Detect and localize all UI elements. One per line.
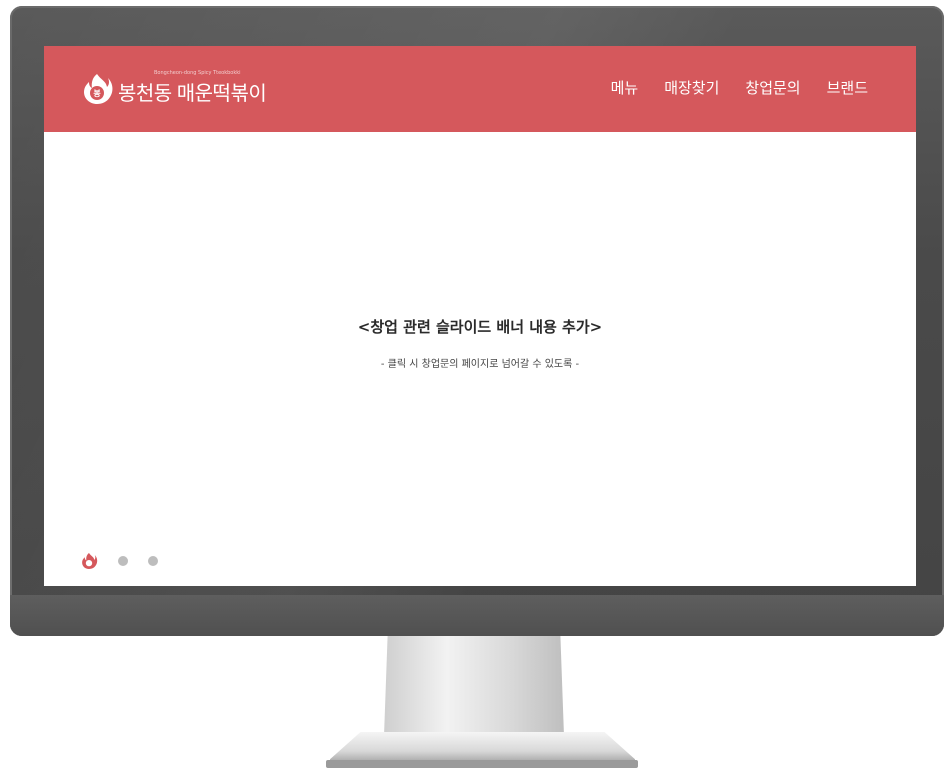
nav-item-store-locator[interactable]: 매장찾기 [664,77,719,98]
svg-text:봉: 봉 [93,88,101,98]
nav-item-franchise-inquiry[interactable]: 창업문의 [745,77,800,98]
brand-name: 봉천동 매운떡볶이 [118,82,267,105]
slide-pager [80,551,158,571]
nav-item-brand[interactable]: 브랜드 [827,77,868,98]
monitor-base-edge [326,760,638,768]
brand-logo[interactable]: 봉 봉천동 매운떡볶이 Bongcheon-dong Spicy Tteokbo… [80,70,267,106]
pager-active-flame-icon[interactable] [80,551,98,571]
pager-dot-2[interactable] [118,556,128,566]
main-nav: 메뉴 매장찾기 창업문의 브랜드 [611,77,868,98]
monitor-screen: 봉 봉천동 매운떡볶이 Bongcheon-dong Spicy Tteokbo… [44,46,916,586]
monitor-mockup: 봉 봉천동 매운떡볶이 Bongcheon-dong Spicy Tteokbo… [0,0,945,772]
banner-title[interactable]: <창업 관련 슬라이드 배너 내용 추가> [44,316,916,337]
monitor-chin [10,595,944,636]
banner-subtitle: - 클릭 시 창업문의 페이지로 넘어갈 수 있도록 - [380,359,580,370]
pager-dot-3[interactable] [148,556,158,566]
monitor-neck [384,636,564,736]
flame-logo-icon: 봉 [84,74,113,104]
brand-tagline: Bongcheon-dong Spicy Tteokbokki [154,70,241,76]
site-header: 봉 봉천동 매운떡볶이 Bongcheon-dong Spicy Tteokbo… [44,46,916,132]
nav-item-menu[interactable]: 메뉴 [611,77,639,98]
